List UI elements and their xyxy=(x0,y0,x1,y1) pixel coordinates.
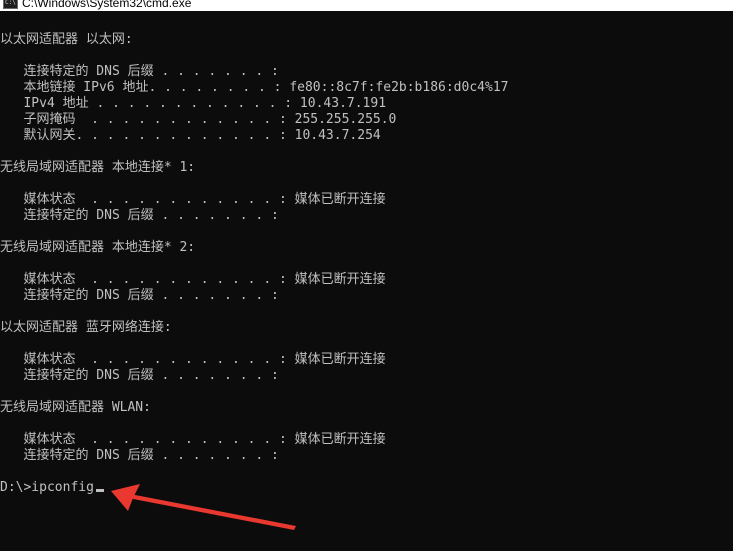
cmd-icon: C:\ xyxy=(3,0,18,9)
cmd-window: 以太网适配器 以太网: 连接特定的 DNS 后缀 . . . . . . . :… xyxy=(0,0,733,551)
window-title: C:\Windows\System32\cmd.exe xyxy=(22,0,192,10)
title-bar[interactable]: C:\ C:\Windows\System32\cmd.exe xyxy=(0,0,733,11)
red-arrow-annotation xyxy=(111,484,296,530)
red-arrow-shaft xyxy=(128,494,296,530)
